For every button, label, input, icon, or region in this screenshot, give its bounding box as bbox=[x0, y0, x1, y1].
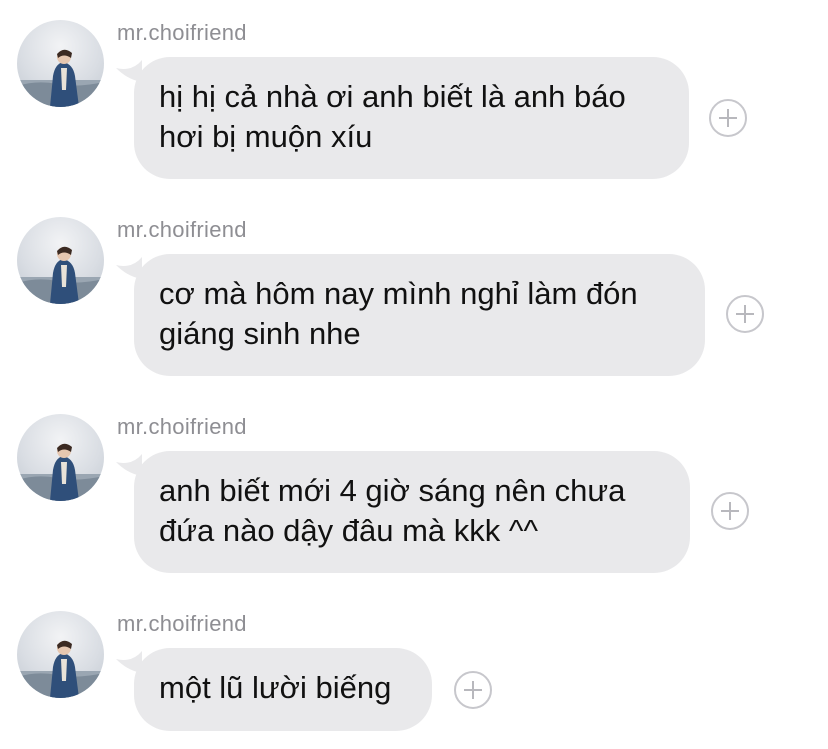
avatar-photo-icon bbox=[17, 246, 104, 304]
message-text-line: anh biết mới 4 giờ sáng nên chưa bbox=[159, 473, 626, 508]
avatar-photo-icon bbox=[17, 640, 104, 698]
message-text-line: giáng sinh nhe bbox=[159, 316, 361, 351]
message-text-line: một lũ lười biếng bbox=[159, 670, 392, 705]
message-row: mr.choifriend cơ mà hôm nay mình nghỉ là… bbox=[0, 197, 828, 394]
add-reaction-plus-icon[interactable] bbox=[709, 99, 747, 137]
message-bubble[interactable]: anh biết mới 4 giờ sáng nên chưa đứa nào… bbox=[134, 451, 690, 573]
sender-name: mr.choifriend bbox=[117, 611, 247, 636]
avatar[interactable] bbox=[17, 217, 104, 304]
message-text-line: hơi bị muộn xíu bbox=[159, 119, 373, 154]
avatar-photo-icon bbox=[17, 443, 104, 501]
message-text-line: đứa nào dậy đâu mà kkk ^^ bbox=[159, 513, 538, 548]
add-reaction-plus-icon[interactable] bbox=[726, 295, 764, 333]
sender-name: mr.choifriend bbox=[117, 20, 247, 45]
add-reaction-plus-icon[interactable] bbox=[711, 492, 749, 530]
message-text-line: cơ mà hôm nay mình nghỉ làm đón bbox=[159, 276, 638, 311]
sender-name: mr.choifriend bbox=[117, 217, 247, 242]
message-bubble[interactable]: cơ mà hôm nay mình nghỉ làm đón giáng si… bbox=[134, 254, 705, 376]
avatar[interactable] bbox=[17, 414, 104, 501]
sender-name: mr.choifriend bbox=[117, 414, 247, 439]
chat-screen: { "messages": [ { "sender": "mr.choifrie… bbox=[0, 0, 828, 749]
avatar-photo-icon bbox=[17, 49, 104, 107]
message-text-line: hị hị cả nhà ơi anh biết là anh báo bbox=[159, 79, 626, 114]
avatar[interactable] bbox=[17, 20, 104, 107]
add-reaction-plus-icon[interactable] bbox=[454, 671, 492, 709]
avatar[interactable] bbox=[17, 611, 104, 698]
message-row: mr.choifriend anh biết mới 4 giờ sáng nê… bbox=[0, 394, 828, 591]
message-row: mr.choifriend hị hị cả nhà ơi anh biết l… bbox=[0, 0, 828, 197]
message-bubble[interactable]: hị hị cả nhà ơi anh biết là anh báo hơi … bbox=[134, 57, 689, 179]
message-bubble[interactable]: một lũ lười biếng bbox=[134, 648, 432, 731]
message-row: mr.choifriend một lũ lười biếng bbox=[0, 591, 828, 749]
